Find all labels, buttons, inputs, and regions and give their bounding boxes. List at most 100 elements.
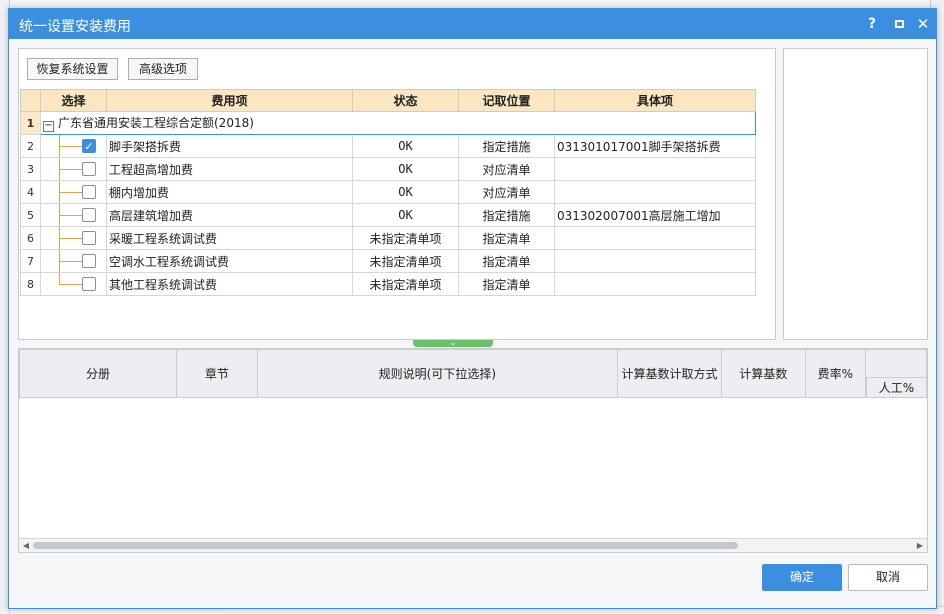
fee-table-header-row: 选择 费用项 状态 记取位置 具体项: [20, 89, 756, 112]
record-location-cell[interactable]: 指定措施: [458, 134, 555, 158]
tree-branch: [59, 238, 83, 239]
status-cell: OK: [352, 157, 459, 181]
record-location-cell[interactable]: 指定措施: [458, 203, 555, 227]
collapse-icon[interactable]: −: [43, 121, 54, 132]
scrollbar-thumb[interactable]: [33, 542, 738, 549]
rate-column-header: 费率%: [804, 349, 866, 398]
table-row[interactable]: 6 采暖工程系统调试费 未指定清单项 指定清单: [20, 226, 756, 250]
table-row[interactable]: 7 空调水工程系统调试费 未指定清单项 指定清单: [20, 249, 756, 273]
specific-item-cell[interactable]: [554, 180, 756, 204]
chapter-column-header: 章节: [176, 349, 258, 398]
calc-base-column-header: 计算基数: [721, 349, 806, 398]
fee-items-panel: 恢复系统设置 高级选项 选择 费用项 状态 记取位置 具体项 1 − 广东省通用…: [18, 48, 776, 340]
record-location-cell[interactable]: 对应清单: [458, 157, 555, 181]
select-checkbox[interactable]: [82, 185, 96, 199]
table-group-row[interactable]: 1 − 广东省通用安装工程综合定额(2018): [20, 111, 756, 135]
select-cell[interactable]: [40, 272, 107, 296]
splitter-handle[interactable]: ⌄: [413, 339, 493, 347]
fee-item-cell[interactable]: 工程超高增加费: [106, 157, 353, 181]
row-number: 2: [20, 134, 41, 158]
side-panel: [783, 48, 928, 340]
ok-button[interactable]: 确定: [762, 564, 842, 591]
table-row[interactable]: 3 工程超高增加费 OK 对应清单: [20, 157, 756, 181]
cancel-button[interactable]: 取消: [848, 564, 928, 591]
select-checkbox[interactable]: ✓: [82, 139, 96, 153]
advanced-options-button[interactable]: 高级选项: [128, 58, 198, 80]
fee-item-cell[interactable]: 棚内增加费: [106, 180, 353, 204]
record-location-cell[interactable]: 指定清单: [458, 226, 555, 250]
fee-item-cell[interactable]: 脚手架搭拆费: [106, 134, 353, 158]
status-cell: 未指定清单项: [352, 249, 459, 273]
dialog-titlebar: 统一设置安装费用 ? ✕: [9, 9, 936, 39]
status-cell: OK: [352, 134, 459, 158]
select-cell[interactable]: [40, 249, 107, 273]
horizontal-scrollbar[interactable]: ◀ ▶: [19, 538, 927, 552]
specific-item-column-header: 具体项: [554, 89, 756, 112]
record-location-cell[interactable]: 对应清单: [458, 180, 555, 204]
calc-method-column-header: 计算基数计取方式: [616, 349, 723, 398]
table-row[interactable]: 8 其他工程系统调试费 未指定清单项 指定清单: [20, 272, 756, 296]
specific-item-cell[interactable]: [554, 272, 756, 296]
status-cell: OK: [352, 203, 459, 227]
group-cell[interactable]: − 广东省通用安装工程综合定额(2018): [40, 111, 756, 135]
scroll-left-icon[interactable]: ◀: [20, 540, 32, 552]
status-cell: 未指定清单项: [352, 272, 459, 296]
select-cell[interactable]: ✓: [40, 134, 107, 158]
status-column-header: 状态: [352, 89, 459, 112]
record-location-cell[interactable]: 指定清单: [458, 249, 555, 273]
rules-table: 分册 章节 规则说明(可下拉选择) 计算基数计取方式 计算基数 费率% 人工%: [19, 349, 927, 398]
row-number: 7: [20, 249, 41, 273]
group-label: 广东省通用安装工程综合定额(2018): [58, 116, 254, 130]
labor-subheader: 人工%: [865, 377, 926, 397]
restore-defaults-button[interactable]: 恢复系统设置: [27, 58, 118, 80]
fee-item-cell[interactable]: 采暖工程系统调试费: [106, 226, 353, 250]
row-number-header: [20, 89, 41, 112]
fee-items-table: 选择 费用项 状态 记取位置 具体项 1 − 广东省通用安装工程综合定额(2018…: [20, 89, 756, 296]
maximize-icon[interactable]: [890, 15, 908, 33]
table-row[interactable]: 4 棚内增加费 OK 对应清单: [20, 180, 756, 204]
specific-item-cell[interactable]: [554, 249, 756, 273]
rules-table-header-row: 分册 章节 规则说明(可下拉选择) 计算基数计取方式 计算基数 费率% 人工%: [19, 349, 927, 398]
fee-item-cell[interactable]: 高层建筑增加费: [106, 203, 353, 227]
record-location-cell[interactable]: 指定清单: [458, 272, 555, 296]
specific-item-cell[interactable]: 031301017001脚手架搭拆费: [554, 134, 756, 158]
select-checkbox[interactable]: [82, 277, 96, 291]
tree-branch: [59, 146, 83, 147]
tree-branch: [59, 261, 83, 262]
table-row[interactable]: 2 ✓ 脚手架搭拆费 OK 指定措施 031301017001脚手架搭拆费: [20, 134, 756, 158]
row-number: 8: [20, 272, 41, 296]
help-icon[interactable]: ?: [863, 15, 881, 33]
rule-desc-column-header: 规则说明(可下拉选择): [256, 349, 618, 398]
record-location-column-header: 记取位置: [458, 89, 555, 112]
select-cell[interactable]: [40, 157, 107, 181]
status-cell: OK: [352, 180, 459, 204]
rules-panel: 分册 章节 规则说明(可下拉选择) 计算基数计取方式 计算基数 费率% 人工% …: [18, 348, 928, 553]
row-number: 4: [20, 180, 41, 204]
select-cell[interactable]: [40, 180, 107, 204]
select-cell[interactable]: [40, 203, 107, 227]
install-fee-dialog: 统一设置安装费用 ? ✕ 恢复系统设置 高级选项 选择 费用项 状态 记取位置 …: [8, 8, 937, 609]
specific-item-cell[interactable]: [554, 226, 756, 250]
select-checkbox[interactable]: [82, 254, 96, 268]
select-cell[interactable]: [40, 226, 107, 250]
specific-item-cell[interactable]: [554, 157, 756, 181]
scroll-right-icon[interactable]: ▶: [914, 540, 926, 552]
select-checkbox[interactable]: [82, 208, 96, 222]
row-number: 3: [20, 157, 41, 181]
fee-item-cell[interactable]: 空调水工程系统调试费: [106, 249, 353, 273]
fee-item-cell[interactable]: 其他工程系统调试费: [106, 272, 353, 296]
row-number: 5: [20, 203, 41, 227]
table-row[interactable]: 5 高层建筑增加费 OK 指定措施 031302007001高层施工增加: [20, 203, 756, 227]
specific-item-cell[interactable]: 031302007001高层施工增加: [554, 203, 756, 227]
volume-column-header: 分册: [19, 349, 178, 398]
select-checkbox[interactable]: [82, 162, 96, 176]
tree-branch: [59, 284, 83, 285]
select-column-header: 选择: [40, 89, 107, 112]
labor-column-header: 人工%: [864, 349, 927, 398]
select-checkbox[interactable]: [82, 231, 96, 245]
status-cell: 未指定清单项: [352, 226, 459, 250]
close-icon[interactable]: ✕: [914, 15, 932, 33]
tree-branch: [59, 215, 83, 216]
row-number: 6: [20, 226, 41, 250]
row-number: 1: [20, 111, 41, 135]
